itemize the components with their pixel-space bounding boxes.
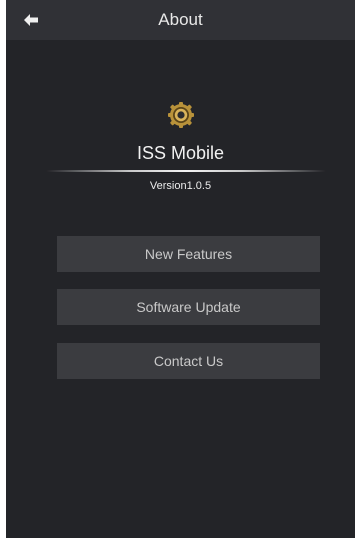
header-bar: About xyxy=(6,0,355,40)
about-screen: About ISS Mobile Version1.0.5 New Featur… xyxy=(6,0,355,538)
gear-logo-icon xyxy=(168,102,194,128)
app-version: Version1.0.5 xyxy=(149,180,212,192)
divider-line xyxy=(46,170,326,172)
page-title: About xyxy=(158,10,203,29)
new-features-label: New Features xyxy=(144,246,233,262)
back-button[interactable] xyxy=(20,10,42,30)
app-name: ISS Mobile xyxy=(136,143,225,163)
contact-us-label: Contact Us xyxy=(153,353,224,369)
contact-us-button[interactable]: Contact Us xyxy=(57,343,320,379)
back-arrow-icon xyxy=(24,14,38,26)
software-update-label: Software Update xyxy=(136,299,241,315)
new-features-button[interactable]: New Features xyxy=(57,236,320,272)
software-update-button[interactable]: Software Update xyxy=(57,289,320,325)
